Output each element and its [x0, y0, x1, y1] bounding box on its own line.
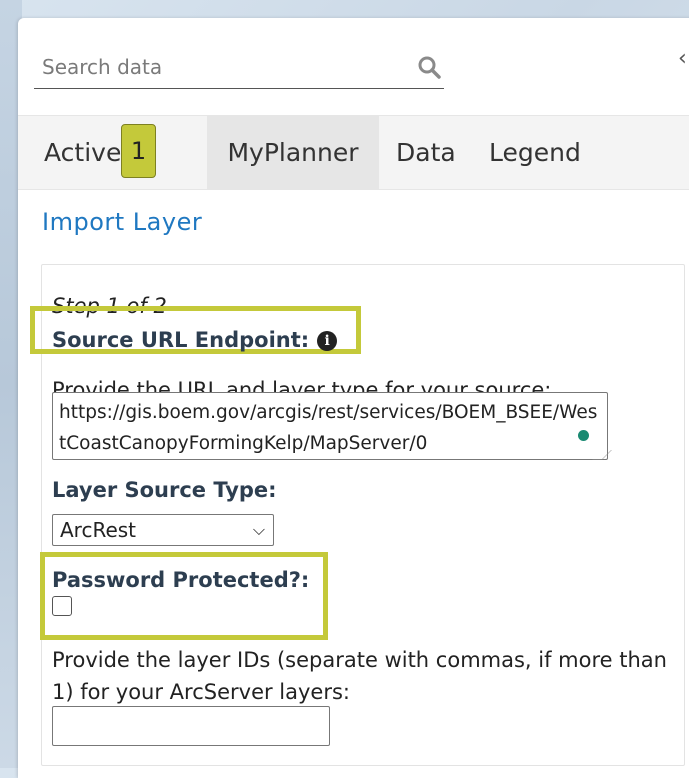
password-protected-checkbox[interactable] — [52, 596, 72, 616]
source-url-label: Source URL Endpoint: i — [52, 328, 338, 352]
active-count-badge[interactable]: 1 — [121, 124, 156, 178]
chevron-down-icon: ⌵ — [252, 520, 265, 539]
source-url-field[interactable]: https://gis.boem.gov/arcgis/rest/service… — [52, 392, 608, 460]
collapse-panel-icon[interactable]: ‹ — [678, 46, 687, 71]
tab-legend[interactable]: Legend — [489, 116, 581, 189]
import-layer-title: Import Layer — [42, 208, 203, 236]
layer-ids-help: Provide the layer IDs (separate with com… — [52, 648, 667, 704]
source-url-label-text: Source URL Endpoint: — [52, 328, 310, 352]
search-icon[interactable] — [416, 54, 442, 80]
layer-source-type-value: ArcRest — [60, 518, 137, 542]
layer-source-type-select[interactable]: ArcRest ⌵ — [52, 514, 274, 546]
tab-data[interactable]: Data — [396, 116, 456, 189]
info-icon[interactable]: i — [317, 331, 338, 351]
field-status-dot — [578, 430, 589, 441]
tab-bar: Active• 1 MyPlanner Data Legend — [18, 115, 689, 190]
layer-source-type-label: Layer Source Type: — [52, 478, 277, 502]
search-input[interactable] — [40, 48, 404, 86]
side-panel: ‹ Active• 1 MyPlanner Data Legend Import… — [18, 18, 689, 778]
password-protected-label: Password Protected?: — [52, 568, 310, 592]
tab-myplanner[interactable]: MyPlanner — [207, 116, 379, 189]
layer-ids-input[interactable] — [52, 706, 330, 746]
search-bar — [34, 48, 444, 89]
password-highlight — [40, 552, 328, 640]
tab-active-label: Active — [44, 138, 122, 167]
